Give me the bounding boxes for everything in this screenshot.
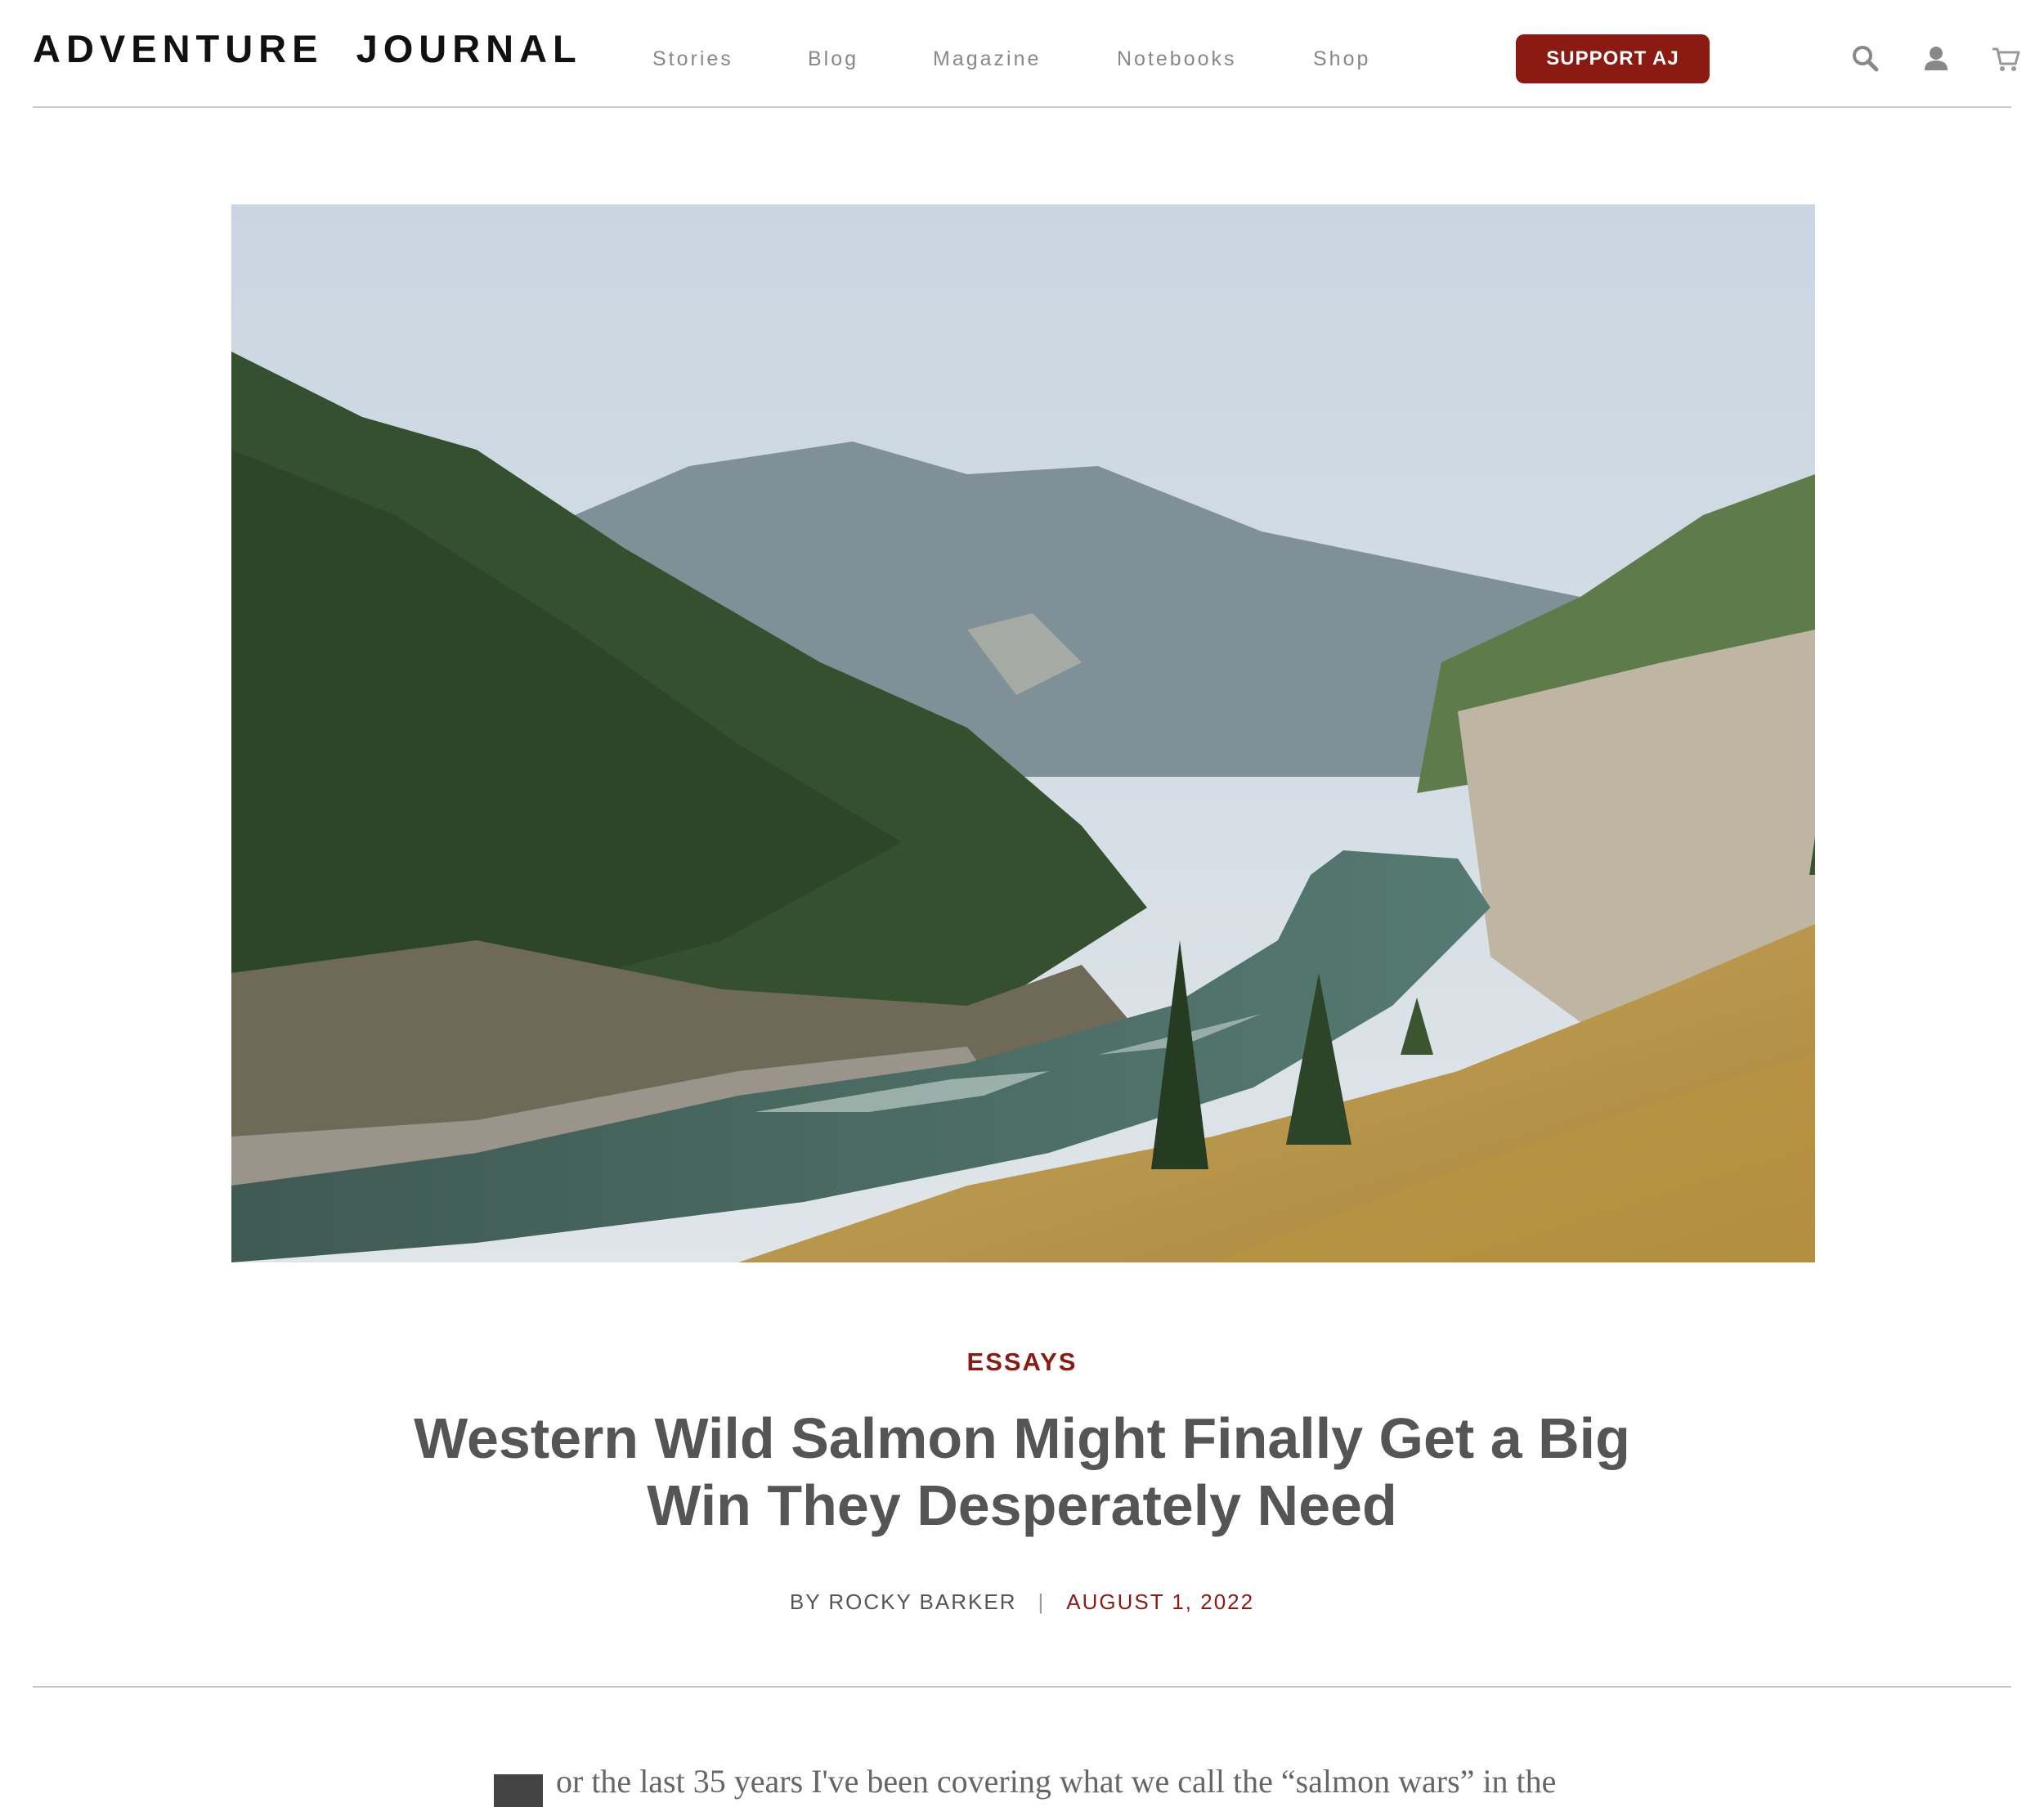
article-category[interactable]: ESSAYS: [0, 1347, 2044, 1377]
header-divider: [33, 106, 2011, 108]
hero-image: [231, 204, 1815, 1262]
article-divider: [33, 1686, 2011, 1688]
byline-date: AUGUST 1, 2022: [1066, 1590, 1255, 1614]
cart-icon[interactable]: [1990, 43, 2023, 75]
article-title: Western Wild Salmon Might Finally Get a …: [414, 1406, 1630, 1537]
nav-item-magazine[interactable]: Magazine: [933, 43, 1041, 75]
article-first-line: or the last 35 years I've been covering …: [556, 1763, 1557, 1800]
drop-cap: [494, 1774, 543, 1807]
river-canyon-photo: [231, 204, 1815, 1262]
site-logo[interactable]: ADVENTURE JOURNAL: [33, 25, 582, 74]
nav-item-notebooks[interactable]: Notebooks: [1117, 43, 1237, 75]
user-icon[interactable]: [1920, 43, 1952, 75]
nav-item-shop[interactable]: Shop: [1313, 43, 1370, 75]
nav-item-blog[interactable]: Blog: [808, 43, 858, 75]
nav-item-stories[interactable]: Stories: [652, 43, 733, 75]
site-header: ADVENTURE JOURNAL Stories Blog Magazine …: [0, 0, 2044, 108]
article-byline: BY ROCKY BARKER | AUGUST 1, 2022: [0, 1590, 2044, 1615]
support-button[interactable]: SUPPORT AJ: [1516, 34, 1710, 83]
search-icon[interactable]: [1849, 43, 1882, 75]
byline-author[interactable]: BY ROCKY BARKER: [790, 1590, 1017, 1614]
byline-separator: |: [1038, 1590, 1046, 1614]
